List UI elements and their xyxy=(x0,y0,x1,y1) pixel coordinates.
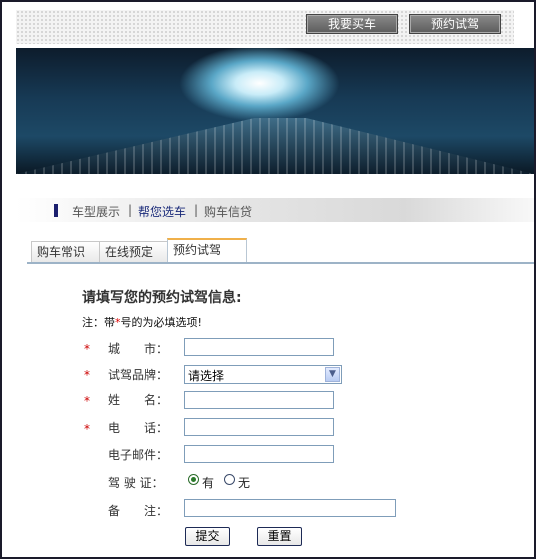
buy-car-button[interactable]: 我要买车 xyxy=(306,14,398,34)
license-no-label: 无 xyxy=(238,476,251,490)
required-mark: * xyxy=(84,394,90,408)
banner-road-lines xyxy=(16,118,534,174)
license-yes-radio[interactable] xyxy=(188,474,199,485)
nav-separator: | xyxy=(128,203,133,217)
phone-input[interactable] xyxy=(184,418,334,436)
name-input[interactable] xyxy=(184,391,334,409)
top-toolbar: 我要买车 预约试驾 xyxy=(16,10,514,44)
tab-car-knowledge[interactable]: 购车常识 xyxy=(31,241,101,262)
main-nav: 车型展示 | 帮您选车 | 购车信贷 xyxy=(16,198,534,222)
required-mark: * xyxy=(84,368,90,382)
radio-selected-dot xyxy=(191,477,196,482)
nav-marker xyxy=(54,204,58,217)
note-prefix: 注：带 xyxy=(82,316,115,329)
tab-test-drive[interactable]: 预约试驾 xyxy=(167,238,247,262)
license-no-radio[interactable] xyxy=(224,474,235,485)
email-input[interactable] xyxy=(184,445,334,463)
brand-select-value: 请选择 xyxy=(188,369,225,383)
nav-item-models[interactable]: 车型展示 xyxy=(72,203,120,220)
label-license: 驾 驶 证： xyxy=(108,476,164,490)
tab-online-booking[interactable]: 在线预定 xyxy=(99,241,169,262)
label-phone: 电 话： xyxy=(108,421,169,435)
note-suffix: 号的为必填选项! xyxy=(120,316,202,329)
label-email: 电子邮件： xyxy=(108,448,169,462)
nav-item-choose-car[interactable]: 帮您选车 xyxy=(138,203,186,220)
chevron-down-icon[interactable]: ▼ xyxy=(325,367,340,382)
hero-banner xyxy=(16,48,534,174)
brand-select[interactable]: 请选择 ▼ xyxy=(184,365,342,384)
city-input[interactable] xyxy=(184,338,334,356)
label-remark: 备 注： xyxy=(108,504,169,518)
remark-input[interactable] xyxy=(184,499,396,517)
label-brand: 试驾品牌： xyxy=(108,368,169,382)
nav-separator: | xyxy=(194,203,199,217)
required-mark: * xyxy=(84,422,90,436)
tab-bar: 购车常识 在线预定 预约试驾 xyxy=(27,238,534,264)
submit-button[interactable]: 提交 xyxy=(185,527,230,546)
label-name: 姓 名： xyxy=(108,393,169,407)
reset-button[interactable]: 重置 xyxy=(257,527,302,546)
page-frame: 我要买车 预约试驾 车型展示 | 帮您选车 | 购车信贷 购车常识 在线预定 预… xyxy=(0,0,536,559)
license-yes-label: 有 xyxy=(202,476,215,490)
form-note: 注：带*号的为必填选项! xyxy=(82,314,202,330)
nav-item-car-loan[interactable]: 购车信贷 xyxy=(204,203,252,220)
required-mark: * xyxy=(84,342,90,356)
form-title: 请填写您的预约试驾信息: xyxy=(82,290,242,306)
test-drive-button[interactable]: 预约试驾 xyxy=(409,14,501,34)
label-city: 城 市： xyxy=(108,342,169,356)
